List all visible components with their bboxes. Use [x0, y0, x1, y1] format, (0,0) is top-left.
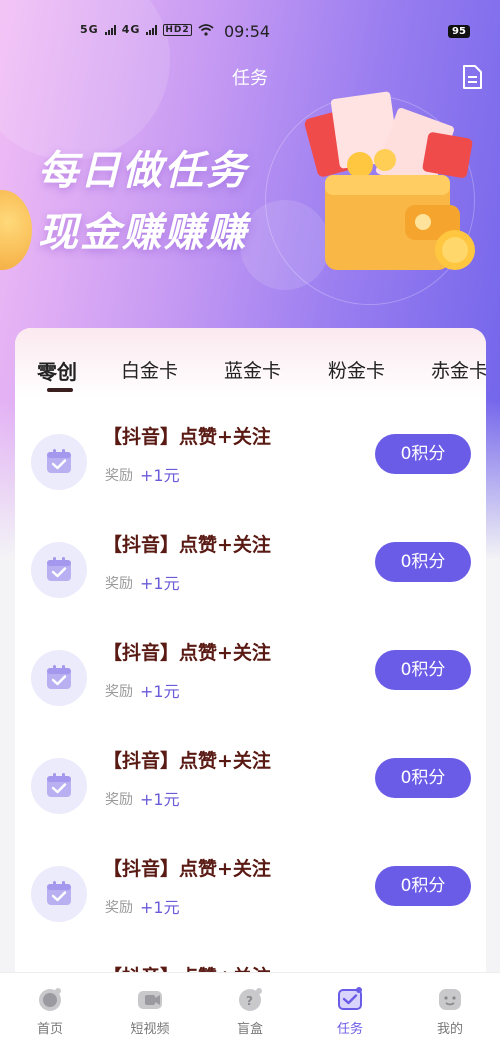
status-bar: 5G 4G HD2 09:54 95: [0, 0, 500, 60]
reward-label: 奖励: [105, 684, 133, 700]
task-title: 【抖音】点赞+关注: [103, 858, 271, 880]
task-calendar-icon: [31, 434, 87, 490]
task-points-button[interactable]: 0积分: [375, 434, 471, 474]
home-icon: [39, 988, 61, 1011]
profile-icon: [439, 989, 461, 1010]
task-item: 【抖音】点赞+关注 奖励 +1元 0积分: [15, 746, 486, 854]
status-time: 09:54: [224, 22, 271, 41]
reward-label: 奖励: [105, 792, 133, 808]
hero-headline-line2: 现金赚赚赚: [38, 210, 248, 256]
battery-indicator: 95: [448, 25, 470, 38]
task-title: 【抖音】点赞+关注: [103, 750, 271, 772]
nav-item-task[interactable]: 任务: [300, 973, 400, 1050]
nav-item-home[interactable]: 首页: [0, 973, 100, 1050]
hero-headline-line1: 每日做任务: [38, 148, 248, 194]
reward-value: +1元: [140, 682, 180, 701]
network-4g-label: 4G: [121, 23, 141, 36]
tab-platinum-card[interactable]: 白金卡: [121, 356, 178, 383]
tab-pink-gold-card[interactable]: 粉金卡: [328, 356, 385, 383]
task-points-button[interactable]: 0积分: [375, 866, 471, 906]
task-points-button[interactable]: 0积分: [375, 542, 471, 582]
task-title: 【抖音】点赞+关注: [103, 642, 271, 664]
network-5g-label: 5G: [80, 23, 99, 36]
nav-item-profile[interactable]: 我的: [400, 973, 500, 1050]
task-points-button[interactable]: 0积分: [375, 650, 471, 690]
task-calendar-icon: [31, 542, 87, 598]
task-item: 【抖音】点赞+关注 奖励 +1元 0积分: [15, 422, 486, 530]
tab-lingchuang[interactable]: 零创: [37, 356, 77, 385]
task-calendar-icon: [31, 758, 87, 814]
reward-value: +1元: [140, 574, 180, 593]
tab-blue-gold-card[interactable]: 蓝金卡: [224, 356, 281, 383]
reward-label: 奖励: [105, 468, 133, 484]
task-title: 【抖音】点赞+关注: [103, 426, 271, 448]
blind-box-icon: ?: [239, 988, 262, 1011]
task-item: 【抖音】点赞+关注 奖励 +1元 0积分: [15, 638, 486, 746]
nav-item-blind-box[interactable]: ? 盲盒: [200, 973, 300, 1050]
svg-text:?: ?: [246, 994, 253, 1008]
nav-item-video[interactable]: 短视频: [100, 973, 200, 1050]
task-calendar-icon: [31, 866, 87, 922]
wifi-icon: [198, 23, 214, 36]
task-panel: 零创 白金卡 蓝金卡 粉金卡 赤金卡 【抖音】点赞+关注 奖励 +1元 0积分 …: [15, 328, 486, 988]
nav-label-task: 任务: [336, 1022, 363, 1037]
task-item: 【抖音】点赞+关注 奖励 +1元 0积分: [15, 530, 486, 638]
reward-label: 奖励: [105, 900, 133, 916]
nav-label-home: 首页: [36, 1022, 63, 1037]
bottom-navigation: 首页 短视频 ? 盲盒 任务 我的: [0, 972, 500, 1050]
nav-label-profile: 我的: [436, 1022, 463, 1037]
task-item: 【抖音】点赞+关注 奖励 +1元 0积分: [15, 854, 486, 962]
nav-label-blind-box: 盲盒: [236, 1022, 263, 1037]
hd-label: HD2: [163, 23, 192, 36]
reward-value: +1元: [140, 898, 180, 917]
task-calendar-icon: [31, 650, 87, 706]
wallet-illustration: [304, 91, 475, 270]
coin-decoration: [0, 190, 32, 270]
tab-red-gold-card[interactable]: 赤金卡: [431, 356, 486, 383]
task-title: 【抖音】点赞+关注: [103, 534, 271, 556]
video-icon: [138, 991, 162, 1009]
active-tab-indicator: [47, 388, 73, 392]
page-title: 任务: [232, 68, 268, 89]
signal-icon: [104, 24, 116, 35]
reward-value: +1元: [140, 466, 180, 485]
signal-icon: [146, 24, 158, 35]
card-tabs: 零创 白金卡 蓝金卡 粉金卡 赤金卡: [15, 356, 486, 396]
task-icon: [338, 987, 362, 1010]
reward-label: 奖励: [105, 576, 133, 592]
nav-label-video: 短视频: [130, 1022, 170, 1037]
reward-value: +1元: [140, 790, 180, 809]
task-points-button[interactable]: 0积分: [375, 758, 471, 798]
network-indicators: 5G 4G HD2: [80, 23, 214, 36]
